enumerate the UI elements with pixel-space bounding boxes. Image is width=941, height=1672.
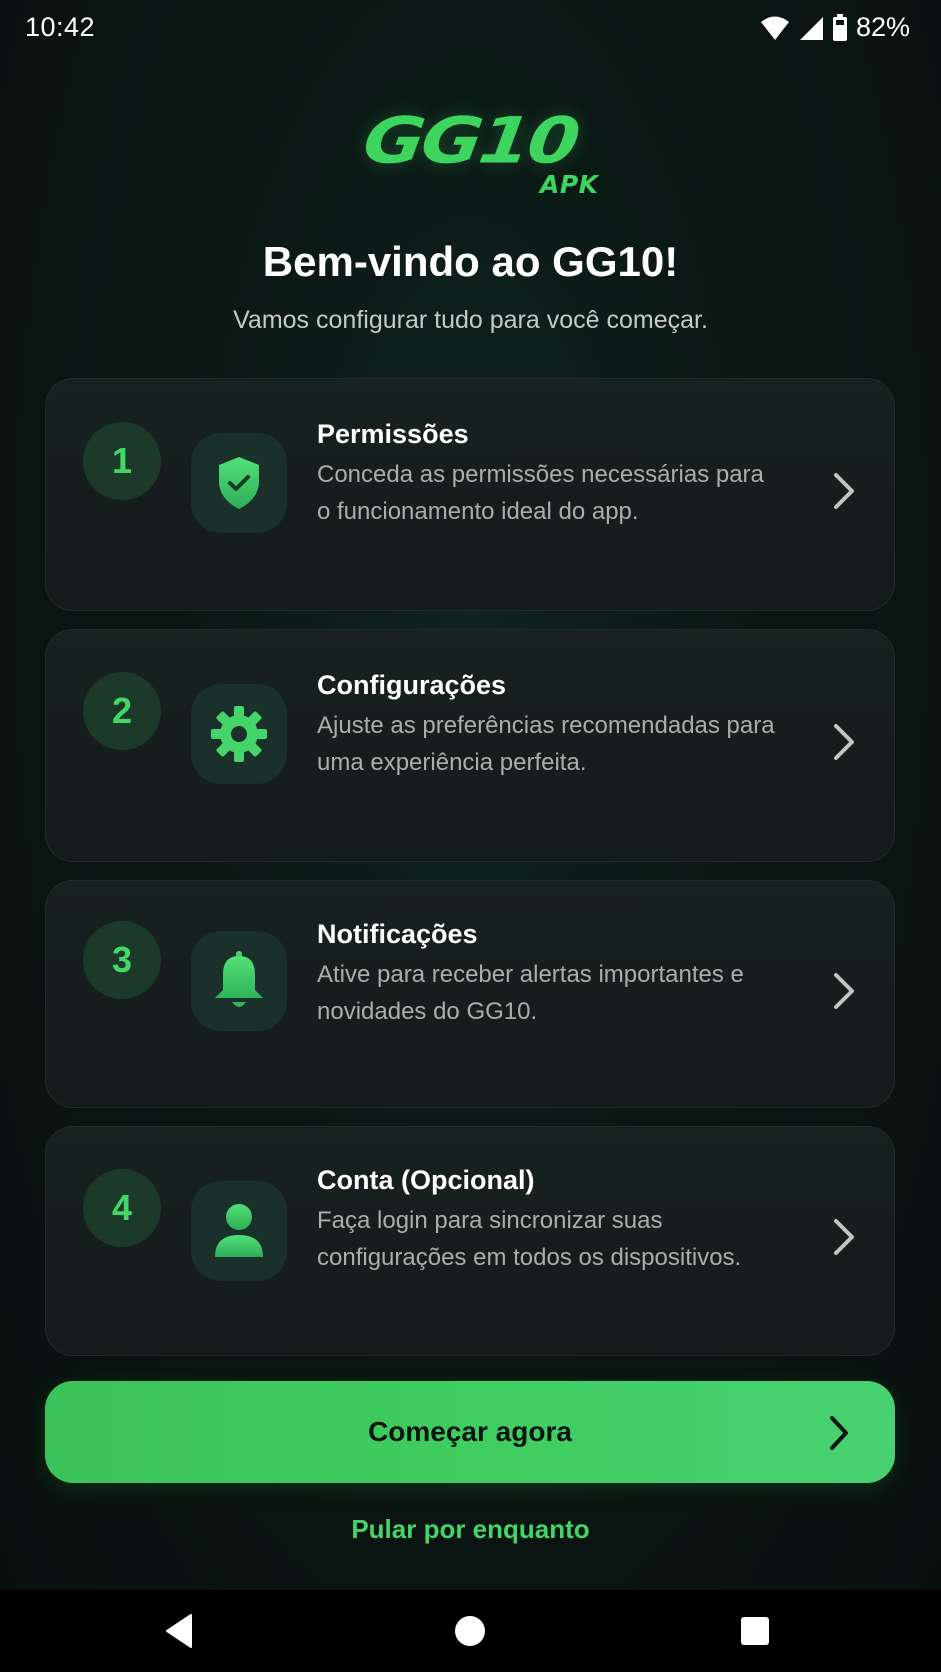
- home-button[interactable]: [449, 1610, 491, 1652]
- step-card-permissions[interactable]: 1 Permissões Conceda as permissões neces…: [45, 378, 895, 611]
- page-subtitle: Vamos configurar tudo para você começar.: [233, 306, 708, 334]
- step-description: Ative para receber alertas importantes e…: [317, 961, 744, 1025]
- step-description: Ajuste as preferências recomendadas para…: [317, 712, 775, 776]
- step-number: 4: [83, 1169, 161, 1247]
- user-icon: [215, 1204, 263, 1257]
- wifi-icon: [760, 16, 789, 40]
- step-card-notifications[interactable]: 3 Notificações Ative para receber alerta…: [45, 880, 895, 1108]
- battery-icon: [832, 13, 847, 41]
- chevron-right-icon: [834, 1219, 854, 1255]
- step-icon-container: [191, 433, 287, 533]
- home-icon: [455, 1616, 485, 1646]
- chevron-right-icon: [834, 724, 854, 760]
- chevron-right-icon: [834, 973, 854, 1009]
- step-icon-container: [191, 931, 287, 1031]
- skip-for-now-link[interactable]: Pular por enquanto: [0, 1514, 941, 1545]
- step-title: Conta (Opcional): [317, 1165, 535, 1195]
- step-text: Permissões Conceda as permissões necessá…: [317, 419, 777, 530]
- bell-icon: [215, 951, 263, 1007]
- back-icon: [166, 1614, 192, 1648]
- step-text: Notificações Ative para receber alertas …: [317, 919, 777, 1030]
- chevron-right-icon: [830, 1416, 848, 1450]
- back-button[interactable]: [158, 1610, 200, 1652]
- status-icons: 82%: [760, 12, 910, 43]
- system-nav-bar: [0, 1590, 941, 1672]
- recents-button[interactable]: [734, 1610, 776, 1652]
- welcome-screen: 10:42 82% GG10 APK Bem-vindo ao GG10! Va…: [0, 0, 941, 1672]
- app-logo: GG10 APK: [0, 104, 941, 199]
- step-description: Faça login para sincronizar suas configu…: [317, 1207, 742, 1271]
- step-number: 3: [83, 921, 161, 999]
- gear-icon: [211, 706, 267, 762]
- status-bar: 10:42 82%: [0, 0, 941, 56]
- signal-icon: [799, 16, 823, 40]
- logo-subtitle: APK: [540, 170, 599, 199]
- page-title: Bem-vindo ao GG10!: [262, 238, 679, 285]
- step-icon-container: [191, 1181, 287, 1281]
- start-now-label: Começar agora: [368, 1416, 572, 1447]
- logo-wordmark: GG10: [359, 104, 582, 178]
- step-text: Conta (Opcional) Faça login para sincron…: [317, 1165, 777, 1276]
- step-description: Conceda as permissões necessárias para o…: [317, 461, 764, 525]
- step-number: 1: [83, 422, 161, 500]
- step-card-settings[interactable]: 2 Configurações Ajuste as preferências r…: [45, 629, 895, 862]
- status-time: 10:42: [25, 12, 96, 42]
- step-title: Configurações: [317, 670, 507, 700]
- step-card-account[interactable]: 4 Conta (Opcional) Faça login para sincr…: [45, 1126, 895, 1356]
- step-number: 2: [83, 672, 161, 750]
- step-title: Permissões: [317, 419, 469, 449]
- chevron-right-icon: [834, 473, 854, 509]
- battery-percentage: 82%: [855, 12, 910, 42]
- shield-check-icon: [219, 457, 259, 509]
- step-text: Configurações Ajuste as preferências rec…: [317, 670, 777, 781]
- start-now-button[interactable]: Começar agora: [45, 1381, 895, 1483]
- step-icon-container: [191, 684, 287, 784]
- recents-icon: [741, 1617, 769, 1645]
- step-title: Notificações: [317, 919, 478, 949]
